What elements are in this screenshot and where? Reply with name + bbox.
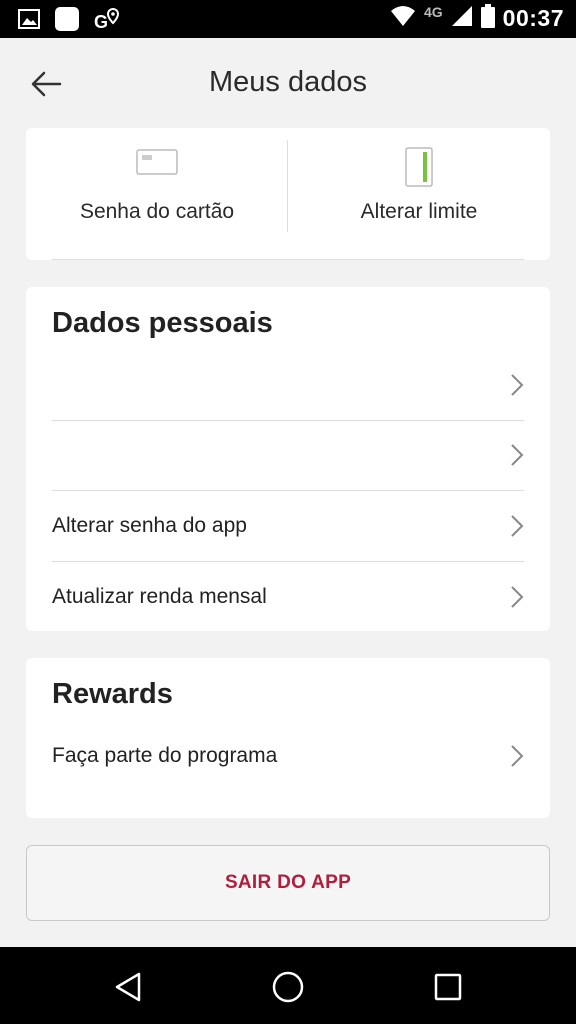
network-type: 4G <box>423 3 443 20</box>
join-program-row[interactable]: Faça parte do programa <box>52 722 524 792</box>
nav-home-button[interactable] <box>266 965 310 1009</box>
maps-icon: G <box>94 6 120 37</box>
update-income-row[interactable]: Atualizar renda mensal <box>52 563 524 633</box>
rewards-card: Rewards Faça parte do programa <box>26 658 550 818</box>
personal-data-title: Dados pessoais <box>52 307 273 339</box>
status-bar: G 4G 00:37 <box>0 0 576 38</box>
card-password-label: Senha do cartão <box>79 200 235 223</box>
wifi-icon <box>390 5 416 32</box>
clock: 00:37 <box>502 5 564 31</box>
update-income-label: Atualizar renda mensal <box>52 585 267 608</box>
chevron-right-icon <box>510 373 524 402</box>
chevron-right-icon <box>510 744 524 773</box>
recents-square-icon <box>434 973 462 1001</box>
app-header: Meus dados <box>0 38 576 128</box>
logout-label: SAIR DO APP <box>224 872 352 893</box>
back-triangle-icon <box>115 972 141 1002</box>
home-circle-icon <box>272 971 304 1003</box>
list-item[interactable] <box>52 421 524 491</box>
row-divider <box>52 561 524 562</box>
nav-recents-button[interactable] <box>426 965 470 1009</box>
change-limit-action[interactable]: Alterar limite <box>288 128 550 260</box>
change-app-password-row[interactable]: Alterar senha do app <box>52 492 524 562</box>
personal-data-card: Dados pessoais Alterar senha do app Atua… <box>26 287 550 631</box>
chevron-right-icon <box>510 443 524 472</box>
rewards-title: Rewards <box>52 678 173 710</box>
join-program-label: Faça parte do programa <box>52 744 278 767</box>
change-limit-label: Alterar limite <box>360 200 478 223</box>
limit-bar-icon <box>404 146 434 193</box>
row-divider <box>52 490 524 491</box>
battery-icon <box>480 4 495 33</box>
notification-square-icon <box>54 6 80 37</box>
card-password-action[interactable]: Senha do cartão <box>26 128 288 260</box>
chevron-right-icon <box>510 585 524 614</box>
svg-text:G: G <box>94 12 108 32</box>
chevron-right-icon <box>510 514 524 543</box>
system-nav-bar <box>0 947 576 1024</box>
nav-back-button[interactable] <box>106 965 150 1009</box>
image-icon <box>18 8 40 35</box>
page-title: Meus dados <box>209 66 367 98</box>
change-app-password-label: Alterar senha do app <box>52 514 247 537</box>
logout-button[interactable]: SAIR DO APP <box>26 845 550 921</box>
signal-icon <box>451 5 473 32</box>
quick-actions-card: Senha do cartão Alterar limite <box>26 128 550 260</box>
quick-bottom-divider <box>52 259 524 260</box>
card-icon <box>136 146 178 181</box>
list-item[interactable] <box>52 351 524 421</box>
